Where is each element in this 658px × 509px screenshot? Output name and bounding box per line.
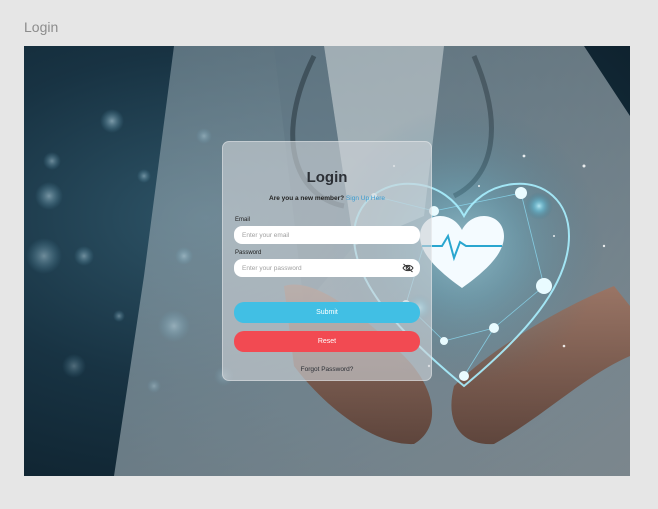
signup-link[interactable]: Sign Up Here [346, 195, 385, 202]
forgot-password-link[interactable]: Forgot Password? [223, 366, 431, 373]
password-label: Password [235, 250, 262, 256]
email-label: Email [235, 217, 251, 223]
login-page: Login Are you a new member? Sign Up Here… [24, 46, 630, 476]
reset-button[interactable]: Reset [234, 331, 420, 352]
eye-off-icon[interactable] [402, 263, 414, 273]
password-field[interactable] [234, 259, 420, 277]
login-card: Login Are you a new member? Sign Up Here… [222, 141, 432, 381]
login-title: Login [306, 169, 348, 186]
submit-button[interactable]: Submit [234, 302, 420, 323]
frame-title: Login [24, 19, 59, 35]
signup-prompt: Are you a new member? [269, 195, 345, 202]
email-field[interactable] [234, 226, 420, 244]
signup-line: Are you a new member? Sign Up Here [223, 195, 431, 202]
